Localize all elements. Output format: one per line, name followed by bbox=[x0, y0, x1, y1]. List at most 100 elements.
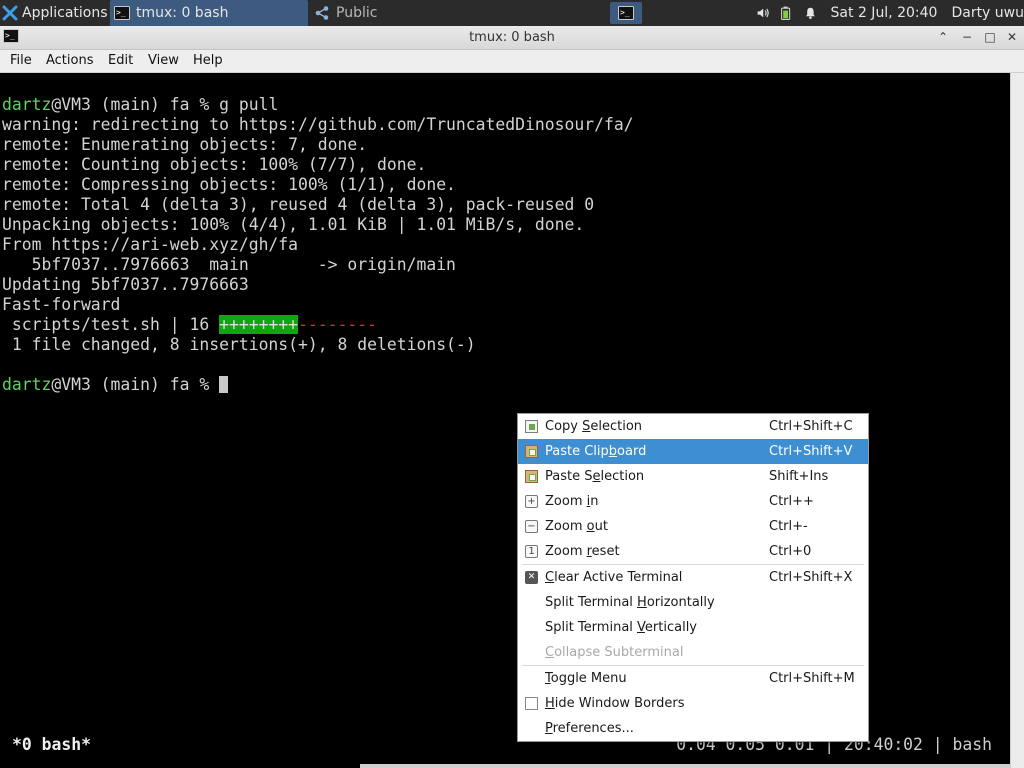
menu-item-label: Clear Active Terminal bbox=[545, 570, 683, 585]
terminal-line: Updating 5bf7037..7976663 bbox=[2, 275, 249, 294]
menu-edit[interactable]: Edit bbox=[108, 50, 133, 72]
applications-label: Applications bbox=[22, 5, 108, 21]
command-text: g pull bbox=[219, 95, 279, 114]
zoom-out-icon: − bbox=[525, 520, 538, 533]
workspace-switcher[interactable]: >_ bbox=[610, 2, 642, 24]
terminal-line: dartz@VM3 (main) fa % bbox=[2, 375, 634, 395]
menu-file[interactable]: File bbox=[10, 50, 32, 72]
taskbar-item-public[interactable]: Public bbox=[310, 0, 508, 26]
diffstat-file: scripts/test.sh | 16 bbox=[2, 315, 220, 334]
close-window-button[interactable]: ✕ bbox=[1001, 26, 1023, 49]
minimize-window-button[interactable]: − bbox=[956, 26, 978, 49]
terminal-line: remote: Total 4 (delta 3), reused 4 (del… bbox=[2, 195, 595, 214]
menu-item-label: Paste Clipboard bbox=[545, 444, 647, 459]
menu-item-label: Split Terminal Horizontally bbox=[545, 595, 715, 610]
menu-item-shortcut: Ctrl++ bbox=[769, 494, 814, 509]
diffstat-insertions: ++++++++ bbox=[219, 315, 299, 334]
paste-icon bbox=[525, 445, 538, 458]
menu-actions[interactable]: Actions bbox=[46, 50, 94, 72]
applications-menu-button[interactable]: Applications bbox=[0, 0, 110, 26]
menu-item-paste-selection[interactable]: Paste Selection Shift+Ins bbox=[518, 464, 868, 489]
shade-window-button[interactable]: ⌃ bbox=[932, 26, 954, 49]
terminal-line: remote: Compressing objects: 100% (1/1),… bbox=[2, 175, 456, 194]
vertical-scrollbar[interactable] bbox=[1010, 73, 1024, 768]
menu-item-toggle-menu[interactable]: Toggle Menu Ctrl+Shift+M bbox=[518, 666, 868, 691]
taskbar-item-tmux[interactable]: >_ tmux: 0 bash bbox=[110, 0, 308, 26]
menu-item-shortcut: Ctrl+Shift+X bbox=[769, 570, 853, 585]
prompt-text: @VM3 (main) fa % bbox=[51, 375, 220, 394]
diffstat-line: scripts/test.sh | 16 ++++++++-------- bbox=[2, 315, 634, 335]
menu-item-label: Split Terminal Vertically bbox=[545, 620, 698, 635]
menu-item-copy-selection[interactable]: Copy Selection Ctrl+Shift+C bbox=[518, 414, 868, 439]
menu-item-clear-active-terminal[interactable]: ✕ Clear Active Terminal Ctrl+Shift+X bbox=[518, 565, 868, 590]
menu-item-preferences[interactable]: Preferences... bbox=[518, 716, 868, 741]
terminal-icon: >_ bbox=[114, 6, 130, 20]
menu-bar: File Actions Edit View Help bbox=[0, 50, 1024, 73]
checkbox-icon[interactable] bbox=[525, 697, 538, 710]
taskbar-item-label: tmux: 0 bash bbox=[136, 5, 229, 21]
menu-item-zoom-out[interactable]: − Zoom out Ctrl+- bbox=[518, 514, 868, 539]
terminal-line: dartz@VM3 (main) fa % g pull bbox=[2, 95, 634, 115]
menu-item-label: Collapse Subterminal bbox=[545, 645, 684, 660]
prompt-text: @VM3 (main) fa % bbox=[51, 95, 220, 114]
window-title: tmux: 0 bash bbox=[469, 30, 555, 45]
menu-item-label: Copy Selection bbox=[545, 419, 643, 434]
menu-item-zoom-in[interactable]: + Zoom in Ctrl++ bbox=[518, 489, 868, 514]
menu-item-shortcut: Ctrl+- bbox=[769, 519, 808, 534]
terminal-output: dartz@VM3 (main) fa % g pull warning: re… bbox=[2, 95, 634, 395]
menu-help[interactable]: Help bbox=[193, 50, 223, 72]
menu-item-shortcut: Ctrl+0 bbox=[769, 544, 812, 559]
prompt-user: dartz bbox=[2, 95, 52, 114]
menu-item-shortcut: Ctrl+Shift+M bbox=[769, 671, 855, 686]
menu-item-zoom-reset[interactable]: 1 Zoom reset Ctrl+0 bbox=[518, 539, 868, 564]
terminal-line: Unpacking objects: 100% (4/4), 1.01 KiB … bbox=[2, 215, 585, 234]
terminal-line: 5bf7037..7976663 main -> origin/main bbox=[2, 255, 456, 274]
share-icon bbox=[315, 6, 329, 20]
zoom-in-icon: + bbox=[525, 495, 538, 508]
menu-item-label: Paste Selection bbox=[545, 469, 645, 484]
terminal-line: remote: Counting objects: 100% (7/7), do… bbox=[2, 155, 427, 174]
prompt-user: dartz bbox=[2, 375, 52, 394]
copy-icon bbox=[525, 420, 538, 433]
menu-item-label: Zoom in bbox=[545, 494, 599, 509]
zoom-reset-icon: 1 bbox=[525, 545, 538, 558]
terminal-cursor bbox=[219, 376, 229, 393]
horizontal-scrollbar[interactable] bbox=[360, 764, 1010, 768]
menu-item-shortcut: Shift+Ins bbox=[769, 469, 829, 484]
menu-item-split-vertically[interactable]: Split Terminal Vertically bbox=[518, 615, 868, 640]
menu-item-label: Zoom out bbox=[545, 519, 608, 534]
volume-icon[interactable] bbox=[756, 5, 770, 21]
panel-clock[interactable]: Sat 2 Jul, 20:40 bbox=[831, 5, 938, 21]
menu-view[interactable]: View bbox=[148, 50, 179, 72]
menu-item-hide-window-borders[interactable]: Hide Window Borders bbox=[518, 691, 868, 716]
menu-item-collapse-subterminal: Collapse Subterminal bbox=[518, 640, 868, 665]
battery-icon[interactable] bbox=[780, 4, 791, 22]
menu-item-shortcut: Ctrl+Shift+C bbox=[769, 419, 853, 434]
taskbar-item-label: Public bbox=[336, 5, 378, 21]
menu-item-label: Hide Window Borders bbox=[545, 696, 685, 711]
top-panel: Applications >_ tmux: 0 bash Public >_ S… bbox=[0, 0, 1024, 26]
terminal-line: Fast-forward bbox=[2, 295, 121, 314]
menu-item-label: Preferences... bbox=[545, 721, 634, 736]
system-tray: Sat 2 Jul, 20:40 Darty uwu bbox=[756, 0, 1024, 26]
terminal-line: warning: redirecting to https://github.c… bbox=[2, 115, 634, 134]
tmux-window-label[interactable]: *0 bash* bbox=[12, 735, 91, 754]
window-titlebar[interactable]: >_ tmux: 0 bash ⌃ − □ ✕ bbox=[0, 26, 1024, 50]
terminal-icon: >_ bbox=[618, 6, 634, 20]
maximize-window-button[interactable]: □ bbox=[979, 26, 1001, 49]
diffstat-deletions: -------- bbox=[298, 315, 378, 334]
terminal-context-menu: Copy Selection Ctrl+Shift+C Paste Clipbo… bbox=[517, 413, 869, 742]
menu-item-shortcut: Ctrl+Shift+V bbox=[769, 444, 853, 459]
clear-icon: ✕ bbox=[525, 571, 538, 584]
notification-bell-icon[interactable] bbox=[804, 5, 817, 21]
menu-item-split-horizontally[interactable]: Split Terminal Horizontally bbox=[518, 590, 868, 615]
menu-item-label: Toggle Menu bbox=[545, 671, 627, 686]
panel-user-menu[interactable]: Darty uwu bbox=[951, 5, 1024, 21]
terminal-line: remote: Enumerating objects: 7, done. bbox=[2, 135, 368, 154]
terminal-line: From https://ari-web.xyz/gh/fa bbox=[2, 235, 299, 254]
terminal-line: 1 file changed, 8 insertions(+), 8 delet… bbox=[2, 335, 476, 354]
menu-item-label: Zoom reset bbox=[545, 544, 620, 559]
menu-item-paste-clipboard[interactable]: Paste Clipboard Ctrl+Shift+V bbox=[518, 439, 868, 464]
paste-icon bbox=[525, 470, 538, 483]
